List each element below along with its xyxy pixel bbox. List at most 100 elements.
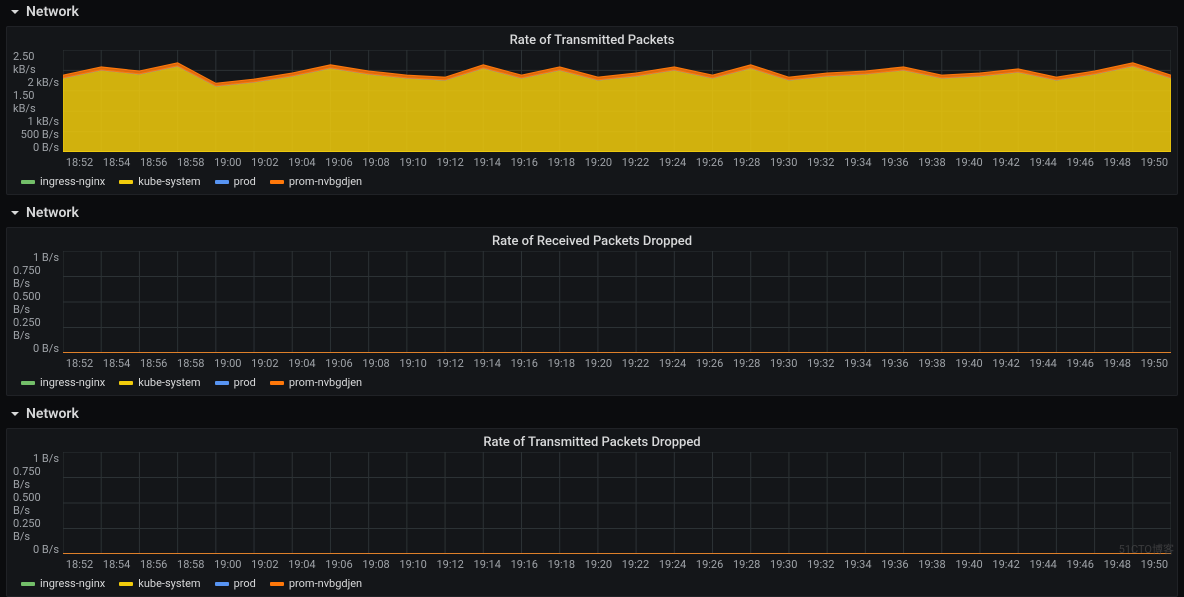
y-tick: 1 kB/s bbox=[27, 115, 59, 128]
legend-swatch bbox=[21, 180, 35, 184]
x-tick: 19:00 bbox=[209, 156, 246, 169]
legend-swatch bbox=[270, 582, 284, 586]
legend-swatch bbox=[119, 582, 133, 586]
y-tick: 0.250 B/s bbox=[13, 517, 59, 543]
y-tick: 0 B/s bbox=[33, 342, 59, 355]
x-tick: 19:18 bbox=[543, 156, 580, 169]
x-tick: 19:32 bbox=[802, 156, 839, 169]
legend-label: prod bbox=[234, 175, 256, 188]
x-tick: 19:12 bbox=[432, 357, 469, 370]
y-tick: 1 B/s bbox=[33, 452, 59, 465]
panel-transmitted-packets[interactable]: Rate of Transmitted Packets 2.50 kB/s2 k… bbox=[6, 26, 1178, 195]
row-header-network-1[interactable]: Network bbox=[0, 201, 1184, 225]
x-tick: 19:30 bbox=[765, 357, 802, 370]
x-tick: 19:32 bbox=[802, 357, 839, 370]
chevron-down-icon bbox=[8, 409, 22, 419]
chevron-down-icon bbox=[8, 208, 22, 218]
x-tick: 19:46 bbox=[1062, 156, 1099, 169]
legend-item[interactable]: prod bbox=[215, 577, 256, 590]
legend-label: kube-system bbox=[138, 577, 200, 590]
y-axis: 1 B/s0.750 B/s0.500 B/s0.250 B/s0 B/s bbox=[13, 452, 63, 554]
panel-title: Rate of Received Packets Dropped bbox=[7, 228, 1177, 251]
legend-item[interactable]: prod bbox=[215, 376, 256, 389]
x-tick: 19:06 bbox=[320, 156, 357, 169]
y-tick: 0.500 B/s bbox=[13, 290, 59, 316]
x-tick: 18:56 bbox=[135, 357, 172, 370]
plot-area bbox=[63, 251, 1171, 353]
legend-item[interactable]: prom-nvbgdjen bbox=[270, 376, 362, 389]
row-header-network-2[interactable]: Network bbox=[0, 402, 1184, 426]
x-tick: 19:48 bbox=[1099, 156, 1136, 169]
row-header-network-0[interactable]: Network bbox=[0, 0, 1184, 24]
x-tick: 19:30 bbox=[765, 156, 802, 169]
legend-item[interactable]: ingress-nginx bbox=[21, 577, 105, 590]
panel-title: Rate of Transmitted Packets Dropped bbox=[7, 429, 1177, 452]
legend-item[interactable]: prom-nvbgdjen bbox=[270, 175, 362, 188]
x-tick: 19:20 bbox=[580, 357, 617, 370]
y-axis: 2.50 kB/s2 kB/s1.50 kB/s1 kB/s500 B/s0 B… bbox=[13, 50, 63, 152]
x-tick: 19:24 bbox=[654, 156, 691, 169]
y-tick: 500 B/s bbox=[21, 128, 59, 141]
y-tick: 2 kB/s bbox=[27, 76, 59, 89]
x-tick: 19:34 bbox=[839, 156, 876, 169]
legend-label: prod bbox=[234, 376, 256, 389]
x-tick: 19:14 bbox=[469, 357, 506, 370]
legend-swatch bbox=[21, 582, 35, 586]
y-tick: 0.250 B/s bbox=[13, 316, 59, 342]
x-axis: 18:5218:5418:5618:5819:0019:0219:0419:06… bbox=[7, 154, 1177, 171]
x-tick: 19:28 bbox=[728, 357, 765, 370]
x-tick: 18:58 bbox=[172, 156, 209, 169]
row-title: Network bbox=[26, 406, 79, 422]
x-tick: 19:38 bbox=[913, 357, 950, 370]
legend-label: prom-nvbgdjen bbox=[289, 376, 362, 389]
legend-label: ingress-nginx bbox=[40, 376, 105, 389]
legend: ingress-nginx kube-system prod prom-nvbgdje… bbox=[7, 171, 1177, 194]
x-tick: 19:40 bbox=[951, 156, 988, 169]
x-tick: 19:16 bbox=[506, 357, 543, 370]
legend-label: kube-system bbox=[138, 175, 200, 188]
legend-item[interactable]: kube-system bbox=[119, 577, 200, 590]
panel-received-dropped[interactable]: Rate of Received Packets Dropped 1 B/s0.… bbox=[6, 227, 1178, 396]
row-title: Network bbox=[26, 4, 79, 20]
plot-area bbox=[63, 50, 1171, 152]
x-tick: 19:28 bbox=[728, 156, 765, 169]
legend-item[interactable]: kube-system bbox=[119, 376, 200, 389]
x-tick: 19:50 bbox=[1136, 156, 1173, 169]
legend: ingress-nginx kube-system prod prom-nvbgdje… bbox=[7, 573, 1177, 596]
legend-swatch bbox=[119, 381, 133, 385]
legend-item[interactable]: prod bbox=[215, 175, 256, 188]
y-tick: 0 B/s bbox=[33, 141, 59, 154]
chevron-down-icon bbox=[8, 7, 22, 17]
x-tick: 19:48 bbox=[1099, 357, 1136, 370]
x-tick: 19:44 bbox=[1025, 357, 1062, 370]
legend-item[interactable]: prom-nvbgdjen bbox=[270, 577, 362, 590]
legend-item[interactable]: kube-system bbox=[119, 175, 200, 188]
legend-swatch bbox=[215, 582, 229, 586]
panel-transmitted-dropped[interactable]: Rate of Transmitted Packets Dropped 1 B/… bbox=[6, 428, 1178, 597]
panel-title: Rate of Transmitted Packets bbox=[7, 27, 1177, 50]
legend-label: prom-nvbgdjen bbox=[289, 577, 362, 590]
y-tick: 0.750 B/s bbox=[13, 465, 59, 491]
x-tick: 18:58 bbox=[172, 357, 209, 370]
legend-swatch bbox=[119, 180, 133, 184]
legend-item[interactable]: ingress-nginx bbox=[21, 376, 105, 389]
x-tick: 19:44 bbox=[1025, 156, 1062, 169]
legend-label: ingress-nginx bbox=[40, 175, 105, 188]
legend: ingress-nginx kube-system prod prom-nvbgdje… bbox=[7, 372, 1177, 395]
x-tick: 19:50 bbox=[1136, 357, 1173, 370]
legend-swatch bbox=[270, 381, 284, 385]
legend-swatch bbox=[21, 381, 35, 385]
legend-item[interactable]: ingress-nginx bbox=[21, 175, 105, 188]
x-tick: 19:10 bbox=[395, 357, 432, 370]
x-tick: 18:54 bbox=[98, 357, 135, 370]
x-tick: 19:36 bbox=[876, 156, 913, 169]
x-tick: 19:34 bbox=[839, 357, 876, 370]
x-tick: 19:00 bbox=[209, 357, 246, 370]
x-tick: 19:02 bbox=[246, 156, 283, 169]
legend-swatch bbox=[215, 180, 229, 184]
x-tick: 19:18 bbox=[543, 357, 580, 370]
x-tick: 19:42 bbox=[988, 357, 1025, 370]
x-tick: 18:54 bbox=[98, 156, 135, 169]
x-tick: 19:42 bbox=[988, 156, 1025, 169]
legend-label: ingress-nginx bbox=[40, 577, 105, 590]
